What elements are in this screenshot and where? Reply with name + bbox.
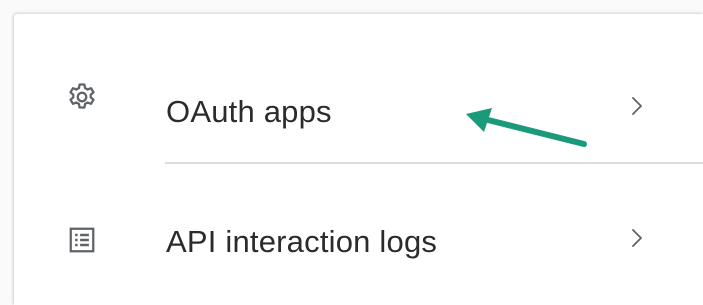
annotation-arrow [466,108,587,147]
menu-item-label: API interaction logs [166,224,438,259]
page: OAuth apps API interaction logs [0,0,703,305]
settings-menu-card: OAuth apps API interaction logs [14,14,703,305]
chevron-right-icon [624,226,648,250]
menu-item-label: OAuth apps [166,94,332,129]
menu-item-api-interaction-logs[interactable]: API interaction logs [14,162,703,302]
gear-icon [64,80,100,116]
list-icon [64,222,100,258]
chevron-right-icon [624,94,648,118]
